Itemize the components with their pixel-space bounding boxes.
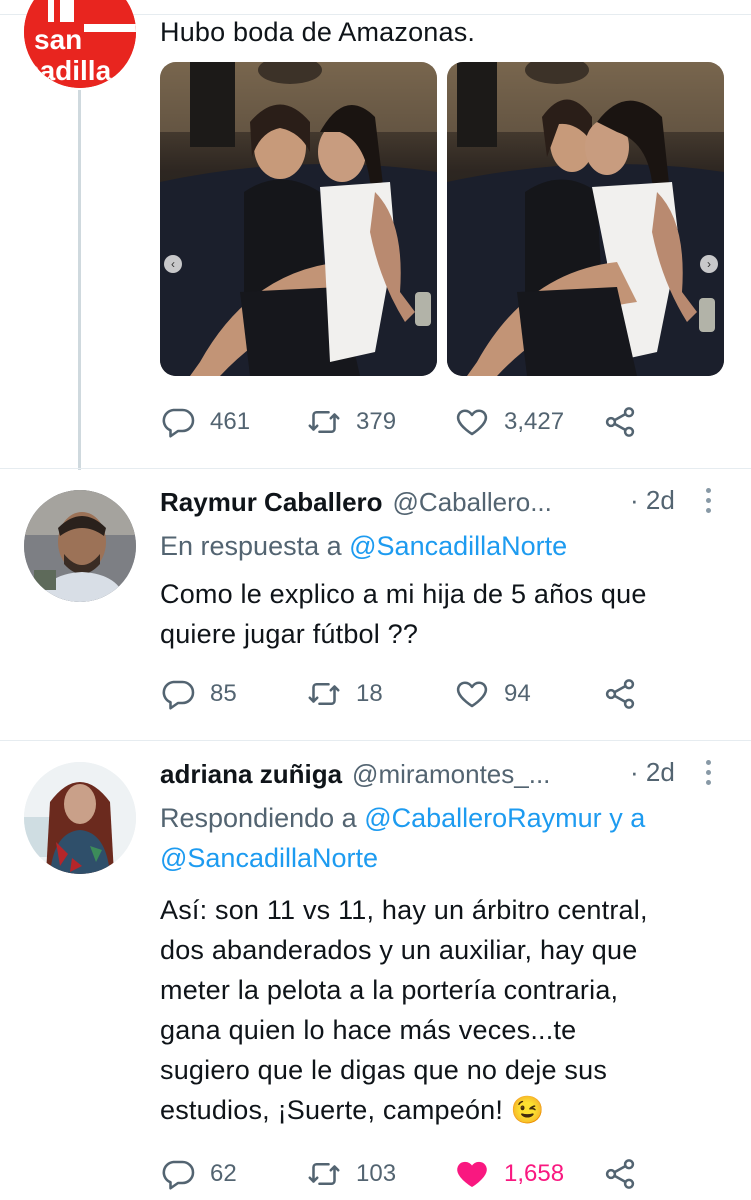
reply1-like-button[interactable]: 94 — [454, 676, 531, 712]
reply2-mention-and: y a — [609, 803, 646, 833]
photo-1-illustration — [160, 62, 437, 376]
retweet-icon — [308, 1162, 340, 1186]
reply1-display-name[interactable]: Raymur Caballero — [160, 487, 383, 518]
main-retweet-button[interactable]: 379 — [306, 404, 396, 440]
reply1-header: Raymur Caballero @Caballero... — [160, 484, 552, 520]
reply2-text: Así: son 11 vs 11, hay un árbitro centra… — [160, 890, 648, 1130]
svg-text:san: san — [34, 24, 82, 55]
divider-2 — [0, 740, 751, 741]
reply2-retweet-button[interactable]: 103 — [306, 1156, 396, 1192]
main-tweet-text: Hubo boda de Amazonas. — [160, 17, 476, 47]
main-reply-button[interactable]: 461 — [160, 404, 250, 440]
reply2-share-button[interactable] — [602, 1156, 638, 1192]
reply2-text-line: sugiero que le digas que no deje sus — [160, 1055, 608, 1085]
reply2-like-button[interactable]: 1,658 — [454, 1156, 564, 1192]
heart-filled-icon — [457, 1161, 487, 1187]
reply2-replying-to: Respondiendo a @CaballeroRaymur y a @San… — [160, 798, 720, 878]
reply2-reply-prefix: Respondiendo a — [160, 803, 357, 833]
reply2-reply-button[interactable]: 62 — [160, 1156, 237, 1192]
carousel-next-icon[interactable]: › — [700, 255, 718, 273]
reply1-timestamp[interactable]: · 2d — [630, 485, 675, 516]
reply2-text-line: dos abanderados y un auxiliar, hay que — [160, 935, 638, 965]
adriana-photo — [24, 762, 136, 874]
reply1-text-line: quiere jugar fútbol ?? — [160, 619, 419, 649]
reply2-text-line: Así: son 11 vs 11, hay un árbitro centra… — [160, 895, 648, 925]
reply1-retweet-count: 18 — [356, 680, 383, 707]
heart-icon — [456, 681, 488, 708]
tweet-photo-1[interactable]: ‹ — [160, 62, 437, 376]
share-icon — [605, 407, 635, 437]
reply1-reply-button[interactable]: 85 — [160, 676, 237, 712]
reply1-share-button[interactable] — [602, 676, 638, 712]
share-icon — [605, 679, 635, 709]
adriana-avatar[interactable] — [24, 762, 136, 874]
reply2-mention-sancadilla[interactable]: @SancadillaNorte — [160, 843, 378, 873]
main-share-button[interactable] — [602, 404, 638, 440]
raymur-avatar[interactable] — [24, 490, 136, 602]
reply2-text-line: gana quien lo hace más veces...te — [160, 1015, 577, 1045]
reply1-retweet-button[interactable]: 18 — [306, 676, 383, 712]
tweet-photo-2[interactable]: › — [447, 62, 724, 376]
reply1-more-icon[interactable] — [706, 488, 712, 518]
reply-icon — [162, 1160, 195, 1190]
carousel-prev-icon[interactable]: ‹ — [164, 255, 182, 273]
divider-1 — [0, 468, 751, 469]
heart-icon — [456, 409, 488, 436]
reply2-like-count: 1,658 — [504, 1160, 565, 1187]
reply2-text-line: meter la pelota a la portería contraria, — [160, 975, 619, 1005]
svg-text:cadilla: cadilla — [24, 55, 112, 86]
reply2-timestamp[interactable]: · 2d — [630, 757, 675, 788]
reply2-handle[interactable]: @miramontes_... — [352, 759, 550, 790]
reply-icon — [162, 408, 195, 438]
thread-connector-line — [78, 90, 81, 470]
retweet-icon — [308, 682, 340, 706]
reply-icon — [162, 680, 195, 710]
reply2-header: adriana zuñiga @miramontes_... — [160, 756, 550, 792]
main-like-count: 3,427 — [504, 408, 565, 435]
reply2-mention-caballero[interactable]: @CaballeroRaymur — [364, 803, 602, 833]
sancadilla-avatar[interactable]: san cadilla — [24, 0, 136, 88]
reply2-reply-count: 62 — [210, 1160, 237, 1187]
sancadilla-logo: san cadilla — [24, 0, 136, 88]
reply1-replying-to: En respuesta a @SancadillaNorte — [160, 526, 567, 566]
main-like-button[interactable]: 3,427 — [454, 404, 564, 440]
reply2-display-name[interactable]: adriana zuñiga — [160, 759, 342, 790]
main-reply-count: 461 — [210, 408, 251, 435]
reply2-retweet-count: 103 — [356, 1160, 397, 1187]
reply1-mention-sancadilla[interactable]: @SancadillaNorte — [349, 531, 567, 561]
reply1-handle[interactable]: @Caballero... — [393, 487, 552, 518]
photo-2-illustration — [447, 62, 724, 376]
reply2-more-icon[interactable] — [706, 760, 712, 790]
reply1-text: Como le explico a mi hija de 5 años que … — [160, 574, 647, 654]
reply1-like-count: 94 — [504, 680, 531, 707]
retweet-icon — [308, 410, 340, 434]
reply1-text-line: Como le explico a mi hija de 5 años que — [160, 579, 647, 609]
main-retweet-count: 379 — [356, 408, 397, 435]
share-icon — [605, 1159, 635, 1189]
reply1-reply-count: 85 — [210, 680, 237, 707]
reply1-reply-prefix: En respuesta a — [160, 531, 342, 561]
raymur-photo — [24, 490, 136, 602]
reply2-text-line: estudios, ¡Suerte, campeón! 😉 — [160, 1095, 545, 1125]
